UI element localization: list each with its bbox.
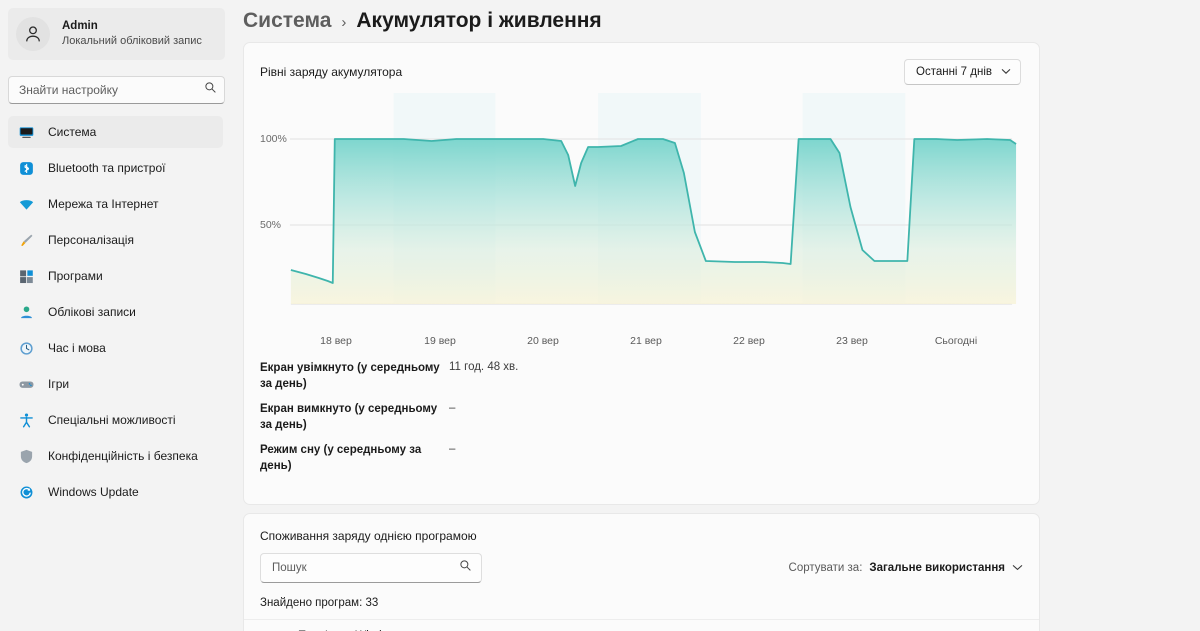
sidebar: Admin Локальний обліковий запис Система	[0, 0, 235, 631]
stat-value: –	[449, 402, 456, 415]
sidebar-item-privacy-security[interactable]: Конфіденційність і безпека	[8, 440, 223, 472]
main-content: Система › Акумулятор і живлення Рівні за…	[235, 0, 1200, 631]
sidebar-item-label: Спеціальні можливості	[48, 413, 176, 427]
search-input[interactable]	[8, 76, 225, 104]
breadcrumb-separator-icon: ›	[341, 14, 347, 31]
battery-level-chart: 100% 50% 18 вер 19 вер 20 вер 21 вер 22 …	[244, 91, 1039, 353]
avatar	[16, 17, 50, 51]
x-axis-ticks: 18 вер 19 вер 20 вер 21 вер 22 вер 23 ве…	[244, 335, 1039, 353]
apps-controls: Сортувати за: Загальне використання	[244, 543, 1039, 584]
time-range-value: Останні 7 днів	[916, 66, 992, 78]
settings-search	[8, 76, 225, 104]
sidebar-item-accounts[interactable]: Облікові записи	[8, 296, 223, 328]
sidebar-item-label: Мережа та Інтернет	[48, 197, 159, 211]
apps-icon	[18, 268, 35, 285]
chevron-down-icon	[1001, 66, 1011, 78]
sidebar-item-label: Програми	[48, 269, 103, 283]
apps-found-count: Знайдено програм: 33	[260, 597, 379, 610]
sidebar-item-label: Час і мова	[48, 341, 106, 355]
account-subtitle: Локальний обліковий запис	[62, 34, 202, 47]
sidebar-item-gaming[interactable]: Ігри	[8, 368, 223, 400]
x-axis-tick: 19 вер	[424, 335, 456, 347]
sidebar-nav: Система Bluetooth та пристрої Мережа та …	[0, 116, 235, 508]
stat-value: –	[449, 443, 456, 456]
sidebar-item-personalization[interactable]: Персоналізація	[8, 224, 223, 256]
breadcrumb: Система › Акумулятор і живлення	[235, 0, 1200, 42]
sidebar-item-network[interactable]: Мережа та Інтернет	[8, 188, 223, 220]
chart-area-fill	[290, 139, 1017, 304]
clock-icon	[18, 340, 35, 357]
stat-label: Екран вимкнуто (у середньому за день)	[260, 403, 438, 431]
sidebar-item-apps[interactable]: Програми	[8, 260, 223, 292]
stat-row: Екран вимкнуто (у середньому за день) –	[260, 402, 1023, 433]
x-axis-tick: 21 вер	[630, 335, 662, 347]
sidebar-item-label: Ігри	[48, 377, 70, 391]
sidebar-item-accessibility[interactable]: Спеціальні можливості	[8, 404, 223, 436]
breadcrumb-root[interactable]: Система	[243, 9, 331, 33]
monitor-icon	[18, 124, 35, 141]
x-axis-tick: 22 вер	[733, 335, 765, 347]
shield-icon	[18, 448, 35, 465]
bluetooth-icon	[18, 160, 35, 177]
apps-search-input[interactable]	[260, 553, 482, 584]
settings-window: Admin Локальний обліковий запис Система	[0, 0, 1200, 631]
sidebar-item-label: Windows Update	[48, 485, 139, 499]
battery-levels-card: Рівні заряду акумулятора Останні 7 днів	[243, 42, 1040, 506]
chevron-down-icon	[1012, 562, 1023, 574]
update-icon	[18, 484, 35, 501]
gamepad-icon	[18, 376, 35, 393]
stat-row: Режим сну (у середньому за день) –	[260, 443, 1023, 474]
stat-row: Екран увімкнуто (у середньому за день) 1…	[260, 361, 1023, 392]
apps-card-title: Споживання заряду однією програмою	[260, 529, 477, 544]
chart-plot	[289, 93, 1017, 305]
sidebar-item-bluetooth[interactable]: Bluetooth та пристрої	[8, 152, 223, 184]
chart-title: Рівні заряду акумулятора	[260, 65, 403, 79]
x-axis-tick: 23 вер	[836, 335, 868, 347]
y-axis-tick-100: 100%	[260, 133, 287, 145]
x-axis-tick: 20 вер	[527, 335, 559, 347]
sidebar-item-label: Система	[48, 125, 97, 139]
x-axis-tick: 18 вер	[320, 335, 352, 347]
sidebar-item-label: Конфіденційність і безпека	[48, 449, 198, 463]
sidebar-item-windows-update[interactable]: Windows Update	[8, 476, 223, 508]
apps-search	[260, 553, 482, 584]
account-name: Admin	[62, 20, 98, 33]
stat-label: Екран увімкнуто (у середньому за день)	[260, 362, 440, 390]
page-title: Акумулятор і живлення	[356, 9, 602, 32]
time-range-dropdown[interactable]: Останні 7 днів	[904, 59, 1021, 85]
app-battery-usage-card: Споживання заряду однією програмою Сорту…	[243, 513, 1040, 631]
y-axis-tick-50: 50%	[260, 219, 282, 231]
stat-value: 11 год. 48 хв.	[449, 361, 519, 373]
chart-header: Рівні заряду акумулятора Останні 7 днів	[244, 43, 1039, 85]
x-axis-tick: Сьогодні	[934, 335, 978, 347]
sidebar-item-label: Персоналізація	[48, 233, 134, 247]
sidebar-item-time-language[interactable]: Час і мова	[8, 332, 223, 364]
sidebar-item-label: Облікові записи	[48, 305, 136, 319]
stat-label: Режим сну (у середньому за день)	[260, 444, 422, 472]
wifi-icon	[18, 196, 35, 213]
sort-label: Сортувати за:	[788, 562, 863, 575]
account-icon	[18, 304, 35, 321]
sidebar-item-system[interactable]: Система	[8, 116, 223, 148]
brush-icon	[18, 232, 35, 249]
accessibility-icon	[18, 412, 35, 429]
sort-value: Загальне використання	[869, 562, 1005, 575]
sidebar-item-label: Bluetooth та пристрої	[48, 161, 166, 175]
table-row[interactable]: Провідник Windows Використовується: 61% …	[244, 619, 1039, 631]
battery-usage-stats: Екран увімкнуто (у середньому за день) 1…	[244, 353, 1039, 504]
account-card[interactable]: Admin Локальний обліковий запис	[8, 8, 225, 60]
sort-dropdown[interactable]: Сортувати за: Загальне використання	[789, 562, 1023, 574]
